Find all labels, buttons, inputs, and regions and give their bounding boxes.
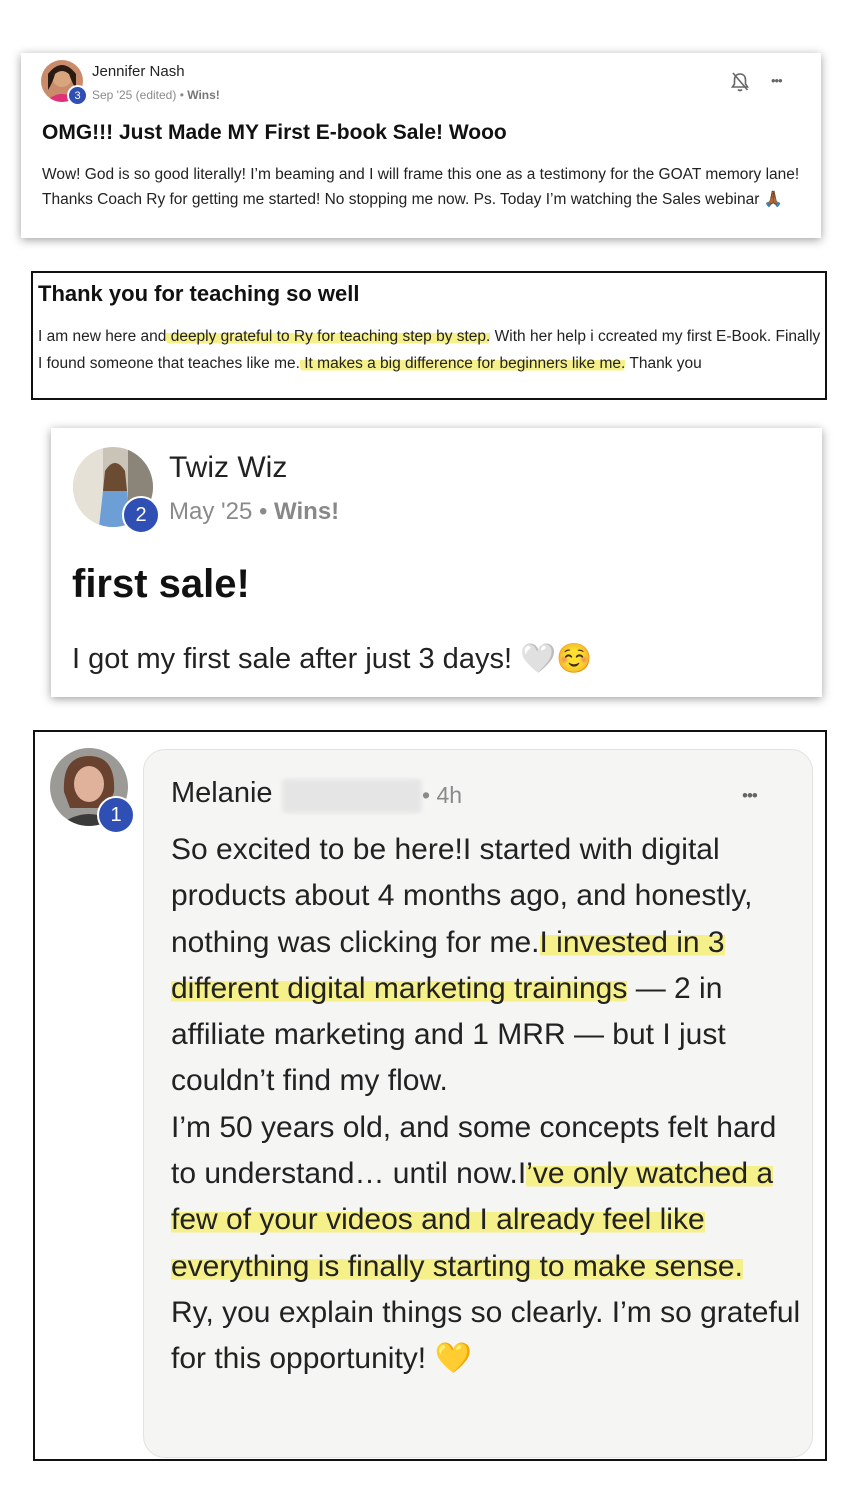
post-title[interactable]: first sale! — [72, 562, 250, 607]
level-badge: 2 — [122, 496, 160, 534]
highlighted-text: deeply grateful to Ry for teaching step … — [166, 328, 491, 345]
author-name[interactable]: Melanie — [171, 777, 273, 810]
post-title[interactable]: OMG!!! Just Made MY First E-book Sale! W… — [42, 121, 507, 145]
author-name[interactable]: Jennifer Nash — [92, 63, 185, 80]
meta-separator: • — [179, 88, 184, 102]
post-date: May '25 — [169, 498, 253, 525]
more-icon[interactable]: ••• — [771, 73, 783, 88]
post-body: I am new here and deeply grateful to Ry … — [38, 323, 828, 377]
post-category[interactable]: Wins! — [187, 88, 220, 102]
bell-off-icon[interactable] — [730, 71, 750, 98]
meta-separator: • — [258, 498, 268, 525]
level-badge: 1 — [97, 796, 135, 834]
comment-body: So excited to be here!I started with dig… — [171, 827, 801, 1383]
post-title: Thank you for teaching so well — [38, 281, 360, 306]
post-body: I got my first sale after just 3 days! 🤍… — [72, 643, 593, 675]
body-text: Ry, you explain things so clearly. I’m s… — [171, 1295, 801, 1376]
post-card-jennifer: 3 Jennifer Nash Sep '25 (edited) • Wins!… — [21, 53, 821, 238]
level-badge: 3 — [67, 85, 88, 106]
post-body: Wow! God is so good literally! I’m beami… — [42, 166, 800, 208]
highlighted-text: It makes a big difference for beginners … — [299, 355, 626, 372]
post-meta: Sep '25 (edited) • Wins! — [92, 88, 220, 102]
more-icon[interactable]: ••• — [742, 786, 758, 806]
post-meta: May '25 • Wins! — [169, 498, 339, 526]
body-text: Thank you — [625, 355, 702, 372]
comment-bubble: Melanie • 4h ••• So excited to be here!I… — [143, 749, 813, 1458]
redacted-surname — [282, 779, 422, 813]
post-date: Sep '25 (edited) — [92, 88, 177, 102]
post-card-twiz: 2 Twiz Wiz May '25 • Wins! first sale! I… — [51, 428, 822, 697]
comment-time: • 4h — [422, 782, 463, 808]
author-name[interactable]: Twiz Wiz — [169, 451, 287, 485]
post-card-thank-you: Thank you for teaching so well I am new … — [31, 271, 827, 400]
body-text: I am new here and — [38, 328, 167, 345]
post-category[interactable]: Wins! — [274, 498, 339, 525]
post-card-melanie: 1 Melanie • 4h ••• So excited to be here… — [33, 730, 827, 1461]
